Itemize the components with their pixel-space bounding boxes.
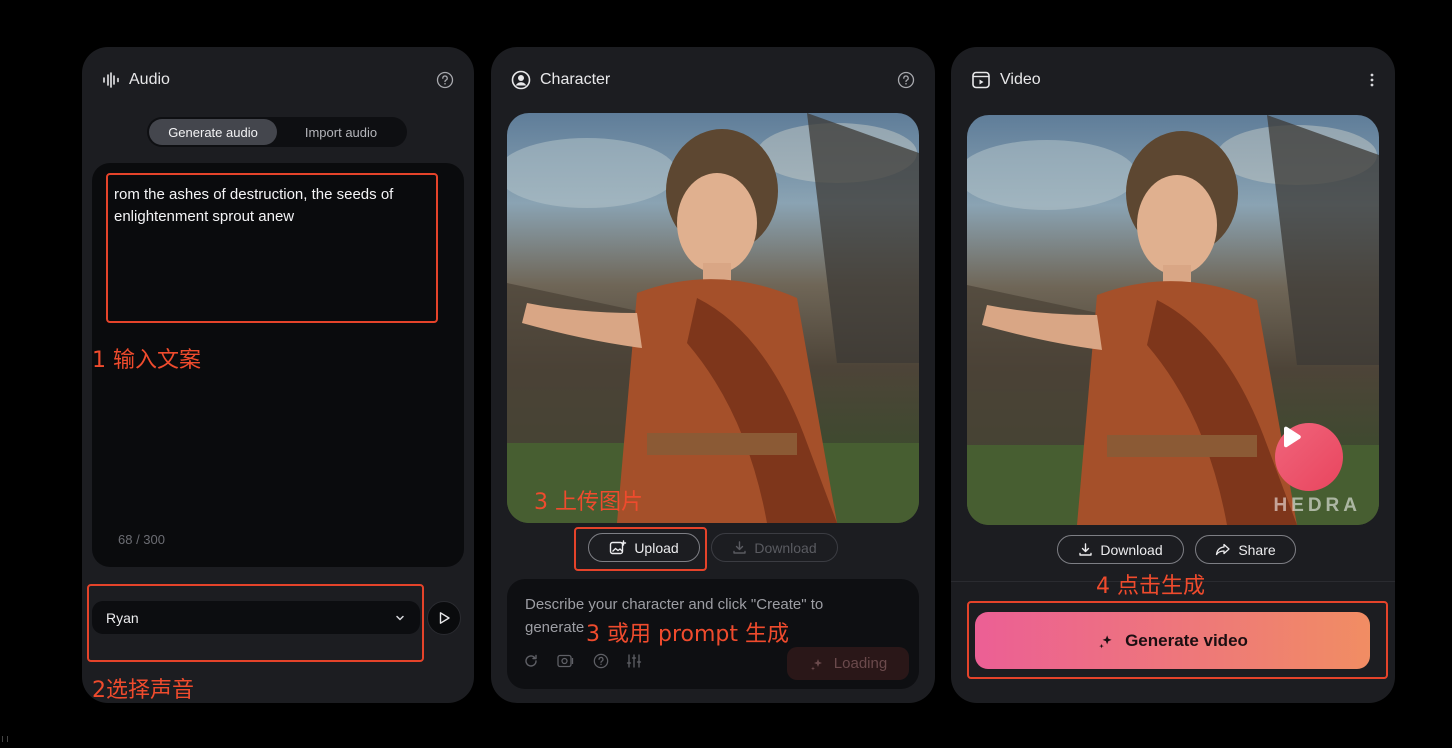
sparkle-icon — [810, 658, 822, 670]
char-counter: 68 / 300 — [118, 532, 165, 547]
character-image — [507, 113, 919, 523]
annotation-step4: 4 点击生成 — [1096, 574, 1205, 599]
video-title: Video — [1000, 71, 1041, 88]
tab-generate-audio[interactable]: Generate audio — [149, 119, 277, 145]
video-preview[interactable]: HEDRA — [967, 115, 1379, 525]
image-prompt-icon[interactable] — [556, 653, 576, 669]
user-circle-icon — [511, 70, 531, 90]
annotation-box-voice — [87, 584, 424, 662]
download-button-disabled[interactable]: Download — [711, 533, 838, 562]
audio-waveform-icon — [102, 72, 120, 88]
play-icon — [439, 612, 450, 624]
play-icon — [1284, 426, 1301, 448]
video-icon — [971, 70, 991, 90]
download-label: Download — [754, 539, 817, 556]
annotation-step1: 1 输入文案 — [92, 348, 201, 373]
video-header: Video — [971, 69, 1375, 91]
annotation-box-upload — [574, 527, 707, 571]
tab-import-audio[interactable]: Import audio — [277, 119, 405, 145]
share-button[interactable]: Share — [1195, 535, 1296, 564]
video-download-button[interactable]: Download — [1057, 535, 1184, 564]
audio-mode-toggle: Generate audio Import audio — [147, 117, 407, 147]
sliders-icon[interactable] — [626, 653, 642, 669]
refresh-icon[interactable] — [523, 653, 539, 669]
hedra-watermark: HEDRA — [1273, 495, 1361, 516]
annotation-step3a: 3 上传图片 — [534, 490, 643, 515]
help-icon[interactable] — [897, 71, 915, 89]
audio-title: Audio — [129, 71, 170, 88]
audio-header: Audio — [102, 69, 454, 91]
share-label: Share — [1238, 541, 1276, 558]
prompt-toolbar — [523, 653, 642, 669]
loading-label: Loading — [833, 655, 888, 672]
help-icon[interactable] — [593, 653, 609, 669]
annotation-box-generate — [967, 601, 1388, 679]
download-icon — [1079, 543, 1093, 556]
create-loading-button[interactable]: Loading — [787, 647, 909, 680]
hedra-play-logo[interactable] — [1275, 423, 1343, 491]
character-panel: Character Upload Download Describe your — [491, 47, 935, 703]
character-title: Character — [540, 71, 611, 88]
character-header: Character — [511, 69, 915, 91]
more-vertical-icon[interactable] — [1369, 72, 1375, 88]
annotation-step3b: 3 或用 prompt 生成 — [586, 622, 789, 647]
video-download-label: Download — [1100, 541, 1163, 558]
corner-mark — [2, 736, 8, 742]
voice-preview-play-button[interactable] — [427, 601, 461, 635]
share-icon — [1216, 543, 1230, 556]
help-icon[interactable] — [436, 71, 454, 89]
annotation-step2: 2选择声音 — [92, 678, 194, 703]
download-icon — [733, 541, 747, 554]
annotation-box-script — [106, 173, 438, 323]
